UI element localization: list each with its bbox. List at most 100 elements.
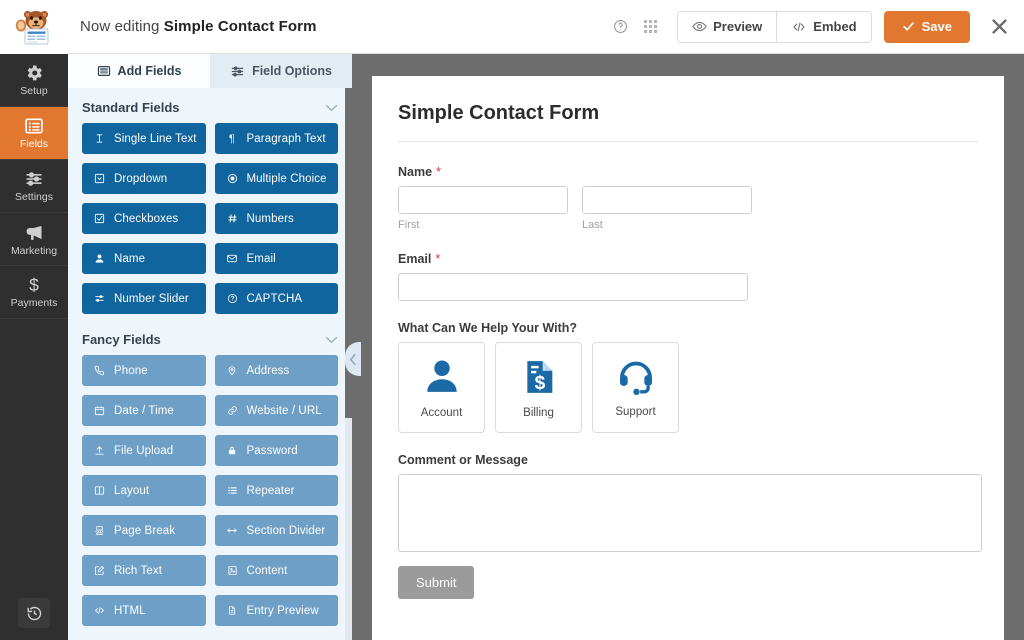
check-icon <box>902 20 915 33</box>
field-button-label: Rich Text <box>114 565 162 577</box>
tab-add-fields[interactable]: Add Fields <box>68 54 210 88</box>
field-button-html[interactable]: HTML <box>82 595 206 626</box>
field-button-label: Password <box>247 445 298 457</box>
field-button-label: Date / Time <box>114 405 174 417</box>
sidebar-item-payments[interactable]: $ Payments <box>0 266 68 319</box>
choice-label: Account <box>421 407 463 419</box>
choice-label: Billing <box>523 407 554 419</box>
add-fields-panel: Add Fields Field Options Standard Fields <box>68 54 352 640</box>
form-preview-area: Simple Contact Form Name * First Last <box>352 54 1024 640</box>
sidebar-item-fields[interactable]: Fields <box>0 107 68 160</box>
headset-icon <box>615 357 657 397</box>
apps-menu-button[interactable] <box>637 14 663 40</box>
section-standard-fields-header[interactable]: Standard Fields <box>68 88 352 123</box>
field-button-section-divider[interactable]: Section Divider <box>215 515 339 546</box>
columns-icon <box>93 485 106 496</box>
checkbox-icon <box>93 213 106 224</box>
form-field-message[interactable]: Comment or Message <box>398 453 978 552</box>
field-label: Email <box>398 252 431 266</box>
field-button-email[interactable]: Email <box>215 243 339 274</box>
help-button[interactable] <box>607 14 633 40</box>
choice-option-account[interactable]: Account <box>398 342 485 433</box>
wpforms-logo[interactable] <box>0 0 68 54</box>
hash-icon <box>226 213 239 224</box>
required-indicator: * <box>435 251 440 266</box>
field-button-label: Entry Preview <box>247 605 319 617</box>
field-button-label: Number Slider <box>114 293 189 305</box>
form-field-name[interactable]: Name * First Last <box>398 164 978 231</box>
upload-icon <box>93 445 106 456</box>
sidebar-item-setup[interactable]: Setup <box>0 54 68 107</box>
message-textarea[interactable] <box>398 474 982 552</box>
field-button-rich-text[interactable]: Rich Text <box>82 555 206 586</box>
close-builder-button[interactable] <box>988 16 1010 38</box>
form-field-icon-choice[interactable]: What Can We Help Your With? Account <box>398 321 978 433</box>
fancy-fields-grid: Phone Address Date / Time Website / URL <box>68 355 352 626</box>
collapse-panel-handle[interactable] <box>345 342 361 376</box>
revision-history-button[interactable] <box>18 598 50 628</box>
toolbar-actions: Preview Embed Save <box>607 0 1024 53</box>
field-button-page-break[interactable]: Page Break <box>82 515 206 546</box>
code-brackets-icon <box>791 20 807 34</box>
submit-button[interactable]: Submit <box>398 566 474 599</box>
field-button-content[interactable]: Content <box>215 555 339 586</box>
field-button-password[interactable]: Password <box>215 435 339 466</box>
title-divider <box>398 141 978 142</box>
field-button-name[interactable]: Name <box>82 243 206 274</box>
rail-bottom-actions <box>0 598 68 628</box>
sidebar-item-settings[interactable]: Settings <box>0 160 68 213</box>
field-button-single-line-text[interactable]: Single Line Text <box>82 123 206 154</box>
sidebar-item-marketing[interactable]: Marketing <box>0 213 68 266</box>
embed-button[interactable]: Embed <box>776 12 870 42</box>
grid-dots-icon <box>644 20 657 33</box>
field-button-website-url[interactable]: Website / URL <box>215 395 339 426</box>
add-fields-icon <box>97 64 111 78</box>
sidebar-item-label: Fields <box>20 139 48 150</box>
save-button[interactable]: Save <box>884 11 970 43</box>
form-field-email[interactable]: Email * <box>398 251 978 301</box>
section-fancy-fields-header[interactable]: Fancy Fields <box>68 314 352 355</box>
text-cursor-icon <box>93 133 106 144</box>
field-button-label: Paragraph Text <box>247 133 326 145</box>
field-button-paragraph-text[interactable]: ¶ Paragraph Text <box>215 123 339 154</box>
name-last-input[interactable] <box>582 186 752 214</box>
field-button-layout[interactable]: Layout <box>82 475 206 506</box>
preview-button[interactable]: Preview <box>678 12 776 42</box>
email-input[interactable] <box>398 273 748 301</box>
field-button-label: Dropdown <box>114 173 167 185</box>
form-preview-title: Simple Contact Form <box>398 102 978 141</box>
field-button-label: Checkboxes <box>114 213 178 225</box>
page-break-icon <box>93 525 106 536</box>
field-button-label: Phone <box>114 365 148 377</box>
standard-fields-grid: Single Line Text ¶ Paragraph Text Dropdo… <box>68 123 352 314</box>
field-button-address[interactable]: Address <box>215 355 339 386</box>
field-button-label: CAPTCHA <box>247 293 303 305</box>
tab-field-options[interactable]: Field Options <box>210 54 352 88</box>
sidebar-item-label: Settings <box>15 192 53 203</box>
name-subfields: First Last <box>398 186 978 231</box>
field-button-label: Multiple Choice <box>247 173 327 185</box>
field-button-dropdown[interactable]: Dropdown <box>82 163 206 194</box>
chevron-left-icon <box>349 353 357 366</box>
name-first-sublabel: First <box>398 219 568 231</box>
field-button-label: Email <box>247 253 276 265</box>
field-button-entry-preview[interactable]: Entry Preview <box>215 595 339 626</box>
choice-option-support[interactable]: Support <box>592 342 679 433</box>
choice-option-billing[interactable]: $ Billing <box>495 342 582 433</box>
field-button-label: Numbers <box>247 213 294 225</box>
field-button-repeater[interactable]: Repeater <box>215 475 339 506</box>
field-button-file-upload[interactable]: File Upload <box>82 435 206 466</box>
field-button-date-time[interactable]: Date / Time <box>82 395 206 426</box>
left-nav-rail: Setup Fields Settings <box>0 0 68 640</box>
field-button-captcha[interactable]: CAPTCHA <box>215 283 339 314</box>
field-button-phone[interactable]: Phone <box>82 355 206 386</box>
field-button-number-slider[interactable]: Number Slider <box>82 283 206 314</box>
field-button-multiple-choice[interactable]: Multiple Choice <box>215 163 339 194</box>
preview-label: Preview <box>713 19 762 34</box>
repeater-list-icon <box>226 485 239 496</box>
name-last-sublabel: Last <box>582 219 752 231</box>
field-button-checkboxes[interactable]: Checkboxes <box>82 203 206 234</box>
field-button-numbers[interactable]: Numbers <box>215 203 339 234</box>
name-last-group: Last <box>582 186 752 231</box>
name-first-input[interactable] <box>398 186 568 214</box>
